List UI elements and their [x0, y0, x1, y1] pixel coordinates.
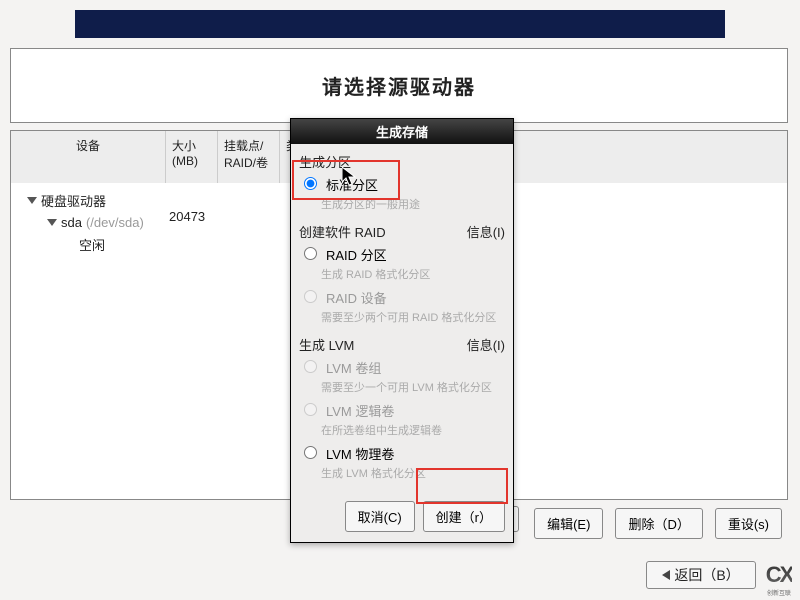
- radio-raid-device-input: [304, 290, 317, 303]
- dialog-create-button[interactable]: 创建（r）: [423, 501, 505, 532]
- page-title: 请选择源驱动器: [11, 49, 787, 122]
- main-panel: 请选择源驱动器: [10, 48, 788, 123]
- radio-raid-partition-desc: 生成 RAID 格式化分区: [321, 266, 505, 282]
- radio-raid-device-label: RAID 设备: [326, 288, 387, 307]
- tree-free-size: 20473: [169, 209, 205, 224]
- dialog-title: 生成存储: [291, 119, 513, 144]
- tree-disk-name: sda: [61, 215, 82, 230]
- top-bar: [75, 10, 725, 38]
- radio-lvm-pv[interactable]: LVM 物理卷: [299, 444, 505, 463]
- radio-lvm-lv-input: [304, 403, 317, 416]
- radio-lvm-pv-desc: 生成 LVM 格式化分区: [321, 465, 505, 481]
- edit-button[interactable]: 编辑(E): [534, 508, 603, 539]
- section-raid: 创建软件 RAID: [299, 222, 386, 241]
- radio-standard-input[interactable]: [304, 177, 317, 190]
- section-lvm: 生成 LVM: [299, 335, 354, 354]
- tree-free-label: 空闲: [79, 235, 105, 254]
- radio-raid-partition-label: RAID 分区: [326, 245, 387, 264]
- create-storage-dialog: 生成存储 生成分区 标准分区 生成分区的一般用途 创建软件 RAID 信息(I)…: [290, 118, 514, 543]
- radio-raid-partition-input[interactable]: [304, 247, 317, 260]
- radio-lvm-vg-label: LVM 卷组: [326, 358, 381, 377]
- reset-button[interactable]: 重设(s): [715, 508, 782, 539]
- radio-lvm-lv: LVM 逻辑卷: [299, 401, 505, 420]
- watermark-icon: CX: [766, 562, 793, 588]
- radio-lvm-vg: LVM 卷组: [299, 358, 505, 377]
- raid-info-link[interactable]: 信息(I): [467, 222, 505, 241]
- watermark-brand: 创新互联: [767, 588, 791, 597]
- col-mount: 挂载点/ RAID/卷: [218, 131, 280, 183]
- back-button[interactable]: 返回（B）: [646, 561, 756, 589]
- radio-lvm-lv-label: LVM 逻辑卷: [326, 401, 394, 420]
- back-arrow-icon: [662, 570, 670, 580]
- radio-raid-device-desc: 需要至少两个可用 RAID 格式化分区: [321, 309, 505, 325]
- back-button-label: 返回（B）: [674, 565, 739, 585]
- dialog-cancel-button[interactable]: 取消(C): [345, 501, 415, 532]
- radio-standard-partition[interactable]: 标准分区: [299, 175, 505, 194]
- expand-icon[interactable]: [27, 197, 37, 204]
- watermark-logo: CX 创新互联: [760, 560, 798, 598]
- radio-lvm-lv-desc: 在所选卷组中生成逻辑卷: [321, 422, 505, 438]
- col-device: 设备: [11, 131, 166, 183]
- radio-lvm-pv-label: LVM 物理卷: [326, 444, 394, 463]
- radio-lvm-vg-desc: 需要至少一个可用 LVM 格式化分区: [321, 379, 505, 395]
- expand-icon[interactable]: [47, 219, 57, 226]
- radio-standard-desc: 生成分区的一般用途: [321, 196, 505, 212]
- tree-root-label: 硬盘驱动器: [41, 191, 106, 210]
- section-partition: 生成分区: [299, 152, 351, 171]
- col-size: 大小 (MB): [166, 131, 218, 183]
- tree-disk-path: (/dev/sda): [86, 215, 144, 230]
- delete-button[interactable]: 删除（D）: [615, 508, 702, 539]
- radio-raid-partition[interactable]: RAID 分区: [299, 245, 505, 264]
- radio-lvm-pv-input[interactable]: [304, 446, 317, 459]
- radio-raid-device: RAID 设备: [299, 288, 505, 307]
- radio-lvm-vg-input: [304, 360, 317, 373]
- radio-standard-label: 标准分区: [326, 175, 378, 194]
- lvm-info-link[interactable]: 信息(I): [467, 335, 505, 354]
